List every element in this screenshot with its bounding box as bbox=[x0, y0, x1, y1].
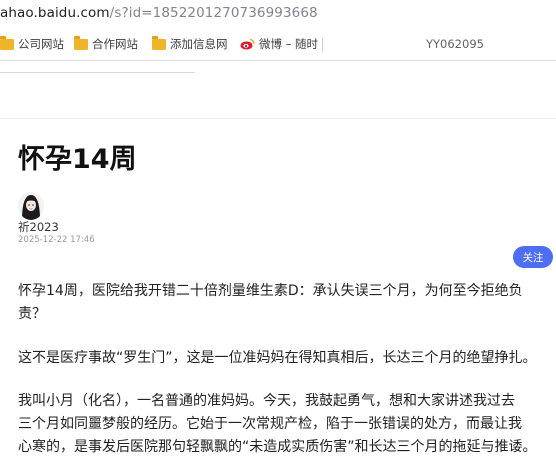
bookmark-partner-site[interactable]: 合作网站 bbox=[74, 35, 138, 52]
bookmark-label: 微博 – 随时 bbox=[259, 37, 319, 51]
bookmark-add-info-site[interactable]: 添加信息网 bbox=[152, 35, 228, 52]
folder-icon bbox=[74, 35, 88, 50]
author-avatar[interactable] bbox=[18, 192, 44, 220]
article-paragraph: 怀孕14周，医院给我开错二十倍剂量维生素D：承认失误三个月，为何至今拒绝负 责？ bbox=[18, 280, 554, 326]
bookmark-tag: YY062095 bbox=[426, 37, 484, 51]
article-title: 怀孕14周 bbox=[18, 144, 137, 175]
bookmark-company-site[interactable]: 公司网站 bbox=[0, 35, 64, 52]
bookmark-label: 公司网站 bbox=[18, 37, 64, 51]
folder-icon bbox=[0, 35, 14, 50]
address-bar[interactable]: ahao.baidu.com/s?id=1852201270736993668 bbox=[0, 0, 556, 28]
paragraph-line: 三个月如同噩梦般的经历。它始于一次常规产检，陷于一张错误的处方，而最让我 bbox=[18, 416, 522, 432]
url-path: /s?id=1852201270736993668 bbox=[109, 5, 318, 21]
bookmark-weibo[interactable]: 微博 – 随时 bbox=[240, 36, 318, 52]
divider bbox=[0, 118, 556, 119]
follow-button[interactable]: 关注 bbox=[513, 246, 553, 268]
folder-icon bbox=[152, 35, 166, 50]
author-name[interactable]: 祈2023 bbox=[18, 219, 59, 235]
paragraph-line: 心寒的，是事发后医院那句轻飘飘的“未造成实质伤害”和长达三个月的拖延与推诿。 bbox=[18, 439, 537, 455]
bookmark-label: 添加信息网 bbox=[170, 37, 228, 51]
divider bbox=[0, 72, 195, 73]
url-host: ahao.baidu.com bbox=[0, 5, 110, 21]
publish-date: 2025-12-22 17:46 bbox=[18, 235, 95, 245]
bookmarks-bar: 公司网站 合作网站 添加信息网 微博 – 随时 YY062095 bbox=[0, 28, 556, 61]
bookmark-label: 合作网站 bbox=[92, 37, 138, 51]
article-paragraph: 这不是医疗事故“罗生门”，这是一位准妈妈在得知真相后，长达三个月的绝望挣扎。 bbox=[18, 347, 554, 370]
article-paragraph: 我叫小月（化名），一名普通的准妈妈。今天，我鼓起勇气，想和大家讲述我过去 三个月… bbox=[18, 390, 554, 459]
paragraph-line: 这不是医疗事故“罗生门”，这是一位准妈妈在得知真相后，长达三个月的绝望挣扎。 bbox=[18, 350, 537, 366]
paragraph-line: 我叫小月（化名），一名普通的准妈妈。今天，我鼓起勇气，想和大家讲述我过去 bbox=[18, 393, 515, 409]
bookmarks-divider bbox=[322, 38, 323, 52]
url-text[interactable]: ahao.baidu.com/s?id=1852201270736993668 bbox=[0, 5, 318, 21]
weibo-icon bbox=[240, 38, 255, 50]
avatar-icon bbox=[18, 192, 44, 220]
paragraph-line: 怀孕14周，医院给我开错二十倍剂量维生素D：承认失误三个月，为何至今拒绝负 bbox=[18, 283, 523, 299]
paragraph-line: 责？ bbox=[18, 306, 46, 322]
